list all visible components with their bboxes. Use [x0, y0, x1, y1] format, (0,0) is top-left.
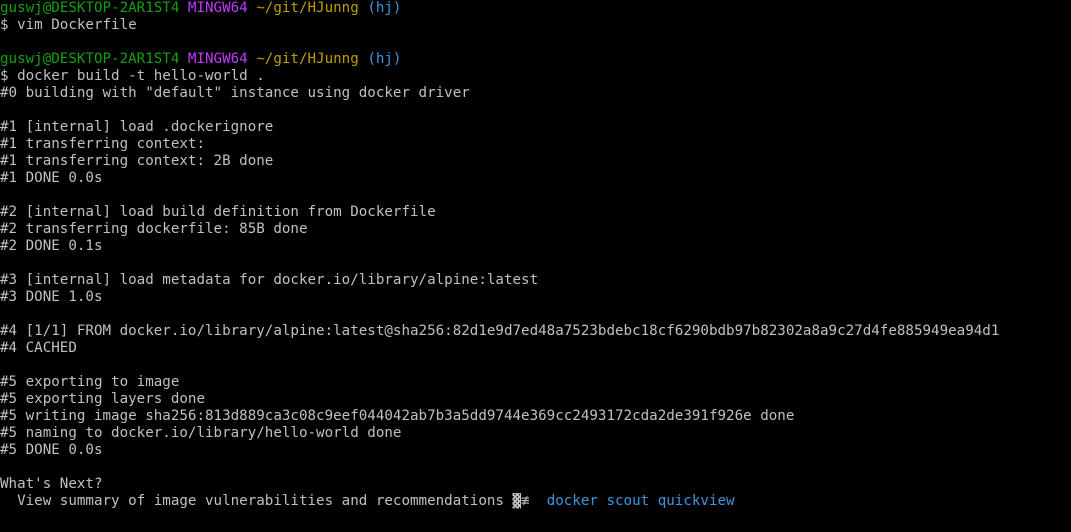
command-line-2: $ docker build -t hello-world . — [0, 68, 265, 84]
env-label: MINGW64 — [187, 51, 248, 67]
prompt-line-1: guswj@DESKTOP-2AR1ST4 MINGW64 ~/git/HJun… — [0, 0, 1071, 17]
user-host: guswj@DESKTOP-2AR1ST4 — [0, 51, 180, 67]
whats-next-text: View summary of image vulnerabilities an… — [0, 493, 513, 509]
output-line: #4 CACHED — [0, 340, 77, 356]
user-host: guswj@DESKTOP-2AR1ST4 — [0, 0, 180, 16]
env-label: MINGW64 — [187, 0, 248, 16]
output-line: #4 [1/1] FROM docker.io/library/alpine:l… — [0, 323, 1000, 339]
arrow-icon: ▓≢ — [512, 493, 530, 509]
output-line: #2 transferring dockerfile: 85B done — [0, 221, 308, 237]
output-line: #3 DONE 1.0s — [0, 289, 103, 305]
output-line: #5 exporting layers done — [0, 391, 205, 407]
output-line: #1 DONE 0.0s — [0, 170, 103, 186]
terminal-window[interactable]: guswj@DESKTOP-2AR1ST4 MINGW64 ~/git/HJun… — [0, 0, 1071, 532]
output-line: #2 [internal] load build definition from… — [0, 204, 436, 220]
output-line: #5 exporting to image — [0, 374, 180, 390]
prompt-line-2: guswj@DESKTOP-2AR1ST4 MINGW64 ~/git/HJun… — [0, 51, 1071, 68]
whats-next-title: What's Next? — [0, 476, 103, 492]
cwd-path: ~/git/HJunng — [256, 0, 359, 16]
output-line: #3 [internal] load metadata for docker.i… — [0, 272, 539, 288]
output-line: #2 DONE 0.1s — [0, 238, 103, 254]
command-line-1: $ vim Dockerfile — [0, 17, 137, 33]
git-branch: (hj) — [367, 51, 402, 67]
output-line: #5 DONE 0.0s — [0, 442, 103, 458]
cwd-path: ~/git/HJunng — [256, 51, 359, 67]
output-line: #1 [internal] load .dockerignore — [0, 119, 274, 135]
output-line: #5 naming to docker.io/library/hello-wor… — [0, 425, 402, 441]
docker-scout-command[interactable]: docker scout quickview — [547, 493, 735, 509]
git-branch: (hj) — [367, 0, 402, 16]
output-line: #1 transferring context: — [0, 136, 205, 152]
output-line: #5 writing image sha256:813d889ca3c08c9e… — [0, 408, 795, 424]
output-line: #0 building with "default" instance usin… — [0, 85, 470, 101]
whats-next-line: View summary of image vulnerabilities an… — [0, 493, 1071, 510]
output-line: #1 transferring context: 2B done — [0, 153, 274, 169]
